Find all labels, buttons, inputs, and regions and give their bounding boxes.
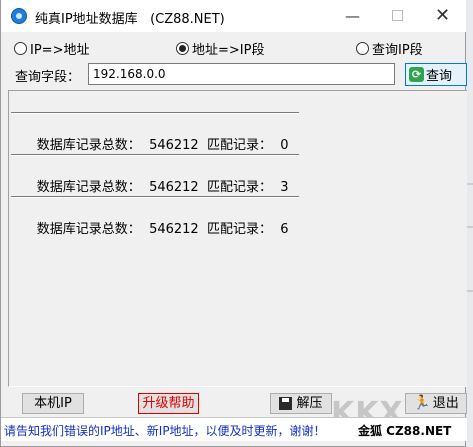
app-window: 纯真IP地址数据库 (CZ88.NET) — ☐ ✕ IP=>地址 地址=>IP… [0,0,467,447]
mode-label: IP=>地址 [30,42,90,58]
match-label: 匹配记录： [206,222,272,237]
match-count: 6 [280,222,289,237]
total-label: 数据库记录总数： [36,138,141,153]
total-count: 546212 [149,222,199,237]
background-window-edge [466,0,473,447]
minimize-button[interactable]: — [330,0,375,32]
match-count: 3 [280,180,289,195]
mode-label: 查询IP段 [372,42,423,58]
total-label: 数据库记录总数： [36,222,141,237]
exit-label: 退出 [432,396,459,411]
match-label: 匹配记录： [206,138,272,153]
radio-dot[interactable] [356,41,369,55]
result-line: 数据库记录总数： 546212 匹配记录： 6 [12,203,289,252]
result-separator [11,196,299,198]
status-message: 请告知我们错误的IP地址、新IP地址，以便及时更新，谢谢！ [4,424,326,438]
app-logo-icon [11,8,27,24]
mode-radio-ip-to-address[interactable]: IP=>地址 [14,39,90,58]
result-separator [11,112,299,114]
match-label: 匹配记录： [206,180,272,195]
result-separator [11,154,299,156]
running-man-icon: 🏃 [413,395,431,411]
query-button-label: 查询 [426,69,453,84]
radio-dot[interactable] [14,41,27,55]
close-button[interactable]: ✕ [420,0,465,32]
save-disk-icon [279,397,293,410]
total-count: 546212 [149,180,199,195]
results-panel[interactable]: 数据库记录总数： 546212 匹配记录： 0 数据库记录总数： 546212 … [8,90,467,387]
match-count: 0 [280,138,289,153]
status-bar: 请告知我们错误的IP地址、新IP地址，以便及时更新，谢谢！ 金狐 CZ88.NE… [1,417,467,441]
mode-radio-address-to-ip-range[interactable]: 地址=>IP段 [176,39,265,58]
mode-label: 地址=>IP段 [192,42,265,58]
total-count: 546212 [149,138,199,153]
query-button[interactable]: ⟳ 查询 [405,63,467,86]
radio-dot-selected[interactable] [176,41,189,55]
unzip-label: 解压 [296,396,323,411]
exit-button[interactable]: 🏃 退出 [405,393,467,414]
refresh-icon: ⟳ [409,67,424,82]
upgrade-help-button[interactable]: 升级帮助 [138,393,199,414]
mode-radio-query-ip-range[interactable]: 查询IP段 [356,39,423,58]
query-field-label: 查询字段： [15,70,81,85]
maximize-button[interactable]: ☐ [375,0,420,32]
total-label: 数据库记录总数： [36,180,141,195]
window-title: 纯真IP地址数据库 (CZ88.NET) [35,12,225,27]
local-ip-button[interactable]: 本机IP [22,393,84,414]
query-input[interactable] [88,63,395,85]
unzip-button[interactable]: 解压 [270,393,332,414]
title-bar[interactable]: 纯真IP地址数据库 (CZ88.NET) — ☐ ✕ [1,0,466,32]
status-brand[interactable]: 金狐 CZ88.NET [358,422,451,439]
